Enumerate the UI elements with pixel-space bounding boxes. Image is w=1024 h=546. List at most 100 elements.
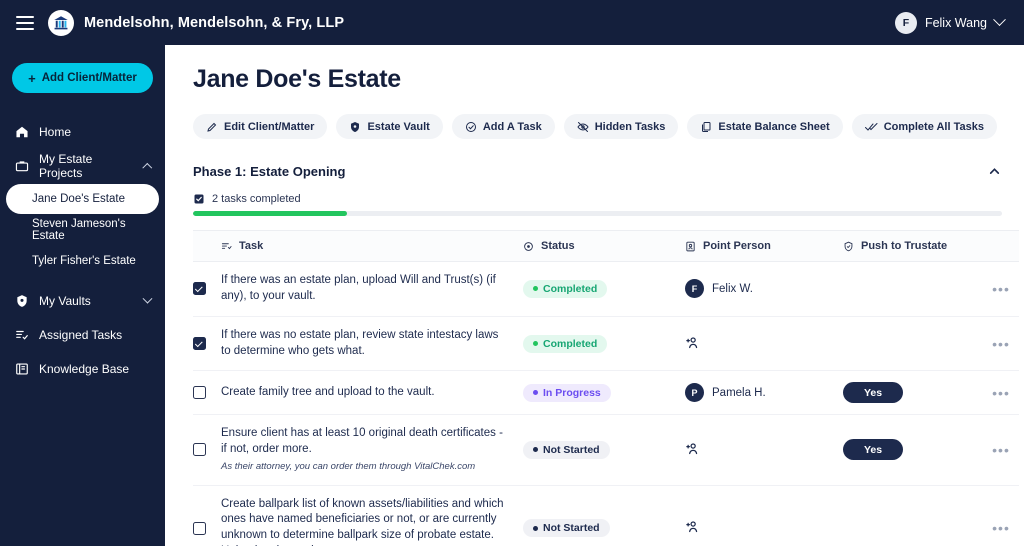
task-cell[interactable]: If there was an estate plan, upload Will…	[221, 261, 523, 317]
task-cell[interactable]: Create family tree and upload to the vau…	[221, 370, 523, 416]
estate-balance-sheet-button[interactable]: Estate Balance Sheet	[687, 114, 843, 139]
status-cell[interactable]: In Progress	[523, 370, 685, 416]
phase-collapse-toggle[interactable]	[986, 163, 1002, 179]
check-circle-icon	[465, 121, 477, 133]
add-person-icon[interactable]	[685, 519, 700, 534]
row-more-options-icon[interactable]: •••	[983, 521, 1019, 535]
status-dot-icon	[533, 525, 538, 531]
person-badge-icon	[685, 241, 696, 252]
page-title: Jane Doe's Estate	[193, 65, 401, 93]
hamburger-menu-icon[interactable]	[16, 15, 34, 30]
table-row: Create ballpark list of known assets/lia…	[193, 485, 1019, 546]
point-person[interactable]: P Pamela H.	[685, 383, 843, 403]
push-to-trustate-cell	[843, 485, 983, 546]
task-checkbox-cell	[193, 370, 221, 416]
chevron-down-icon[interactable]	[142, 293, 153, 304]
th-status[interactable]: Status	[523, 230, 685, 262]
user-menu[interactable]: F Felix Wang	[894, 11, 1008, 34]
table-header: Task Status Point Person Push to Trustat…	[193, 230, 1019, 262]
app-root: Mendelsohn, Mendelsohn, & Fry, LLP F Fel…	[0, 0, 1024, 546]
edit-client-matter-button[interactable]: Edit Client/Matter	[193, 114, 328, 139]
sidebar-item-my-estate-projects[interactable]: My Estate Projects	[0, 149, 165, 183]
task-text: If there was an estate plan, upload Will…	[221, 274, 496, 302]
task-cell[interactable]: If there was no estate plan, review stat…	[221, 316, 523, 372]
point-person-cell[interactable]: F Felix W.	[685, 261, 843, 317]
task-text: Create family tree and upload to the vau…	[221, 386, 435, 398]
add-client-matter-button[interactable]: + Add Client/Matter	[12, 63, 153, 93]
chevron-down-icon	[993, 13, 1006, 27]
task-checkbox[interactable]	[193, 386, 206, 400]
task-checkbox[interactable]	[193, 337, 206, 351]
pillar-logo-icon[interactable]	[48, 9, 74, 36]
status-badge[interactable]: Not Started	[523, 519, 610, 538]
pencil-icon	[206, 121, 218, 133]
estate-vault-button[interactable]: Estate Vault	[336, 114, 443, 139]
th-task[interactable]: Task	[221, 230, 523, 262]
point-person-cell[interactable]	[685, 485, 843, 546]
sidebar-item-knowledge-base[interactable]: Knowledge Base	[0, 352, 165, 386]
point-person-cell[interactable]	[685, 414, 843, 486]
sidebar-item-label: My Estate Projects	[39, 152, 93, 180]
point-person-cell[interactable]	[685, 316, 843, 372]
row-more-options-icon[interactable]: •••	[983, 443, 1019, 457]
add-a-task-button[interactable]: Add A Task	[451, 114, 555, 139]
point-person[interactable]: F Felix W.	[685, 279, 843, 299]
push-to-trustate-cell	[843, 261, 983, 317]
status-badge[interactable]: Completed	[523, 279, 608, 298]
sidebar-project-jane-does-estate[interactable]: Jane Doe's Estate	[6, 184, 159, 214]
task-cell[interactable]: Create ballpark list of known assets/lia…	[221, 485, 523, 546]
progress-label: 2 tasks completed	[212, 193, 301, 205]
status-label: Not Started	[543, 443, 600, 456]
phase-header: Phase 1: Estate Opening	[193, 163, 1002, 179]
sidebar-project-tyler-fishers-estate[interactable]: Tyler Fisher's Estate	[6, 246, 159, 276]
list-check-icon	[14, 328, 29, 343]
row-menu-cell: •••	[983, 316, 1019, 372]
status-cell[interactable]: Completed	[523, 261, 685, 317]
th-label: Push to Trustate	[861, 240, 948, 252]
sidebar-item-label: Assigned Tasks	[39, 328, 123, 342]
hidden-tasks-button[interactable]: Hidden Tasks	[563, 114, 679, 139]
sidebar-item-my-vaults[interactable]: My Vaults	[0, 284, 165, 318]
main-content: Jane Doe's Estate Edit Client/Matter Est…	[165, 45, 1024, 546]
complete-all-tasks-button[interactable]: Complete All Tasks	[851, 114, 997, 139]
avatar: F	[894, 11, 917, 34]
push-to-trustate-yes-button[interactable]: Yes	[843, 382, 903, 404]
row-more-options-icon[interactable]: •••	[983, 386, 1019, 400]
task-cell[interactable]: Ensure client has at least 10 original d…	[221, 414, 523, 486]
th-push-to-trustate[interactable]: Push to Trustate	[843, 230, 1019, 262]
status-badge[interactable]: Completed	[523, 334, 608, 353]
chevron-up-icon[interactable]	[142, 162, 153, 173]
row-more-options-icon[interactable]: •••	[983, 337, 1019, 351]
status-cell[interactable]: Completed	[523, 316, 685, 372]
status-badge[interactable]: In Progress	[523, 383, 611, 402]
status-cell[interactable]: Not Started	[523, 414, 685, 486]
add-person-icon[interactable]	[685, 441, 700, 456]
sidebar-item-assigned-tasks[interactable]: Assigned Tasks	[0, 318, 165, 352]
task-checkbox[interactable]	[193, 282, 206, 296]
top-bar: Mendelsohn, Mendelsohn, & Fry, LLP F Fel…	[0, 0, 1024, 45]
th-label: Task	[239, 240, 264, 252]
add-person-icon[interactable]	[685, 335, 700, 350]
status-dot-icon	[533, 390, 538, 396]
sidebar-project-steven-jamesons-estate[interactable]: Steven Jameson's Estate	[6, 215, 159, 245]
point-person-cell[interactable]: P Pamela H.	[685, 370, 843, 416]
task-checkbox[interactable]	[193, 443, 206, 457]
status-badge[interactable]: Not Started	[523, 440, 610, 459]
sidebar: + Add Client/Matter Home My Estate Proje…	[0, 45, 165, 546]
push-to-trustate-yes-button[interactable]: Yes	[843, 439, 903, 461]
task-checkbox[interactable]	[193, 521, 206, 535]
status-icon	[523, 241, 534, 252]
th-point-person[interactable]: Point Person	[685, 230, 843, 262]
phase-title: Phase 1: Estate Opening	[193, 163, 346, 179]
sidebar-item-home[interactable]: Home	[0, 115, 165, 149]
progress-summary: 2 tasks completed	[193, 193, 1002, 205]
double-check-icon	[864, 121, 878, 133]
progress-bar	[193, 211, 1002, 216]
status-cell[interactable]: Not Started	[523, 485, 685, 546]
toolbar-label: Add A Task	[482, 120, 542, 133]
sidebar-project-label: Steven Jameson's Estate	[32, 218, 126, 242]
avatar: F	[685, 279, 704, 299]
plus-icon: +	[28, 70, 36, 86]
row-more-options-icon[interactable]: •••	[983, 282, 1019, 296]
table-row: Ensure client has at least 10 original d…	[193, 414, 1019, 486]
